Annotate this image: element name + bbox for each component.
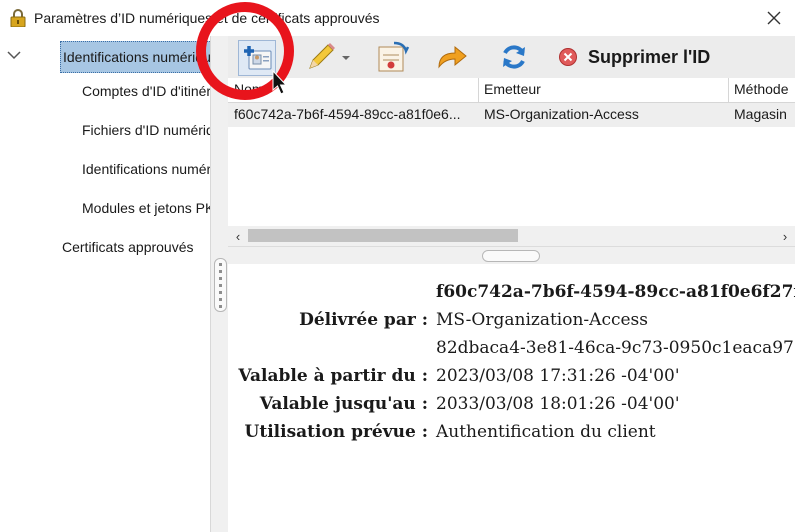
close-icon (767, 11, 781, 25)
chevron-down-icon[interactable] (6, 48, 22, 62)
window-title: Paramètres d’ID numériques et de certifi… (34, 10, 380, 26)
settings-tree: Identifications numériques Comptes d'ID … (0, 36, 214, 532)
horizontal-splitter[interactable] (228, 246, 795, 265)
add-id-button[interactable] (238, 40, 276, 76)
title-bar: Paramètres d’ID numériques et de certifi… (0, 0, 795, 36)
column-header-methode[interactable]: Méthode (734, 81, 795, 97)
table-header: Nom Emetteur Méthode (228, 78, 795, 103)
valid-from-label: Valable à partir du : (238, 366, 428, 386)
forward-button[interactable] (432, 40, 472, 74)
arrow-forward-icon (438, 45, 467, 69)
column-header-nom[interactable]: Nom (234, 81, 474, 97)
tree-item-id-files[interactable]: Fichiers d'ID numériques (82, 122, 210, 142)
certificate-export-icon (378, 41, 410, 72)
certificate-details: f60c742a-7b6f-4594-89cc-a81f0e6f27f7 Dél… (228, 264, 795, 532)
valid-until-value: 2033/03/08 18:01:26 -04'00' (436, 394, 680, 414)
usage-label: Utilisation prévue : (244, 422, 428, 442)
tree-item-digital-ids[interactable]: Identifications numériques (60, 41, 214, 73)
cell-emetteur: MS-Organization-Access (484, 106, 639, 122)
tree-item-roaming-accounts[interactable]: Comptes d'ID d'itinérance (82, 83, 210, 103)
scroll-thumb[interactable] (248, 229, 518, 242)
delete-id-button[interactable]: Supprimer l'ID (558, 40, 728, 74)
delete-icon (559, 48, 577, 66)
export-button[interactable] (372, 40, 412, 74)
detail-id: f60c742a-7b6f-4594-89cc-a81f0e6f27f7 (436, 282, 795, 302)
lock-icon (10, 9, 26, 27)
tree-item-trusted-certificates[interactable]: Certificats approuvés (62, 239, 210, 259)
table-row[interactable]: f60c742a-7b6f-4594-89cc-a81f0e6... MS-Or… (228, 103, 795, 127)
edit-button[interactable] (302, 40, 352, 74)
tree-item-windows-ids[interactable]: Identifications numériques Windows (82, 161, 210, 181)
cell-methode: Magasin (734, 106, 787, 122)
scroll-left-icon[interactable]: ‹ (230, 228, 246, 244)
refresh-button[interactable] (494, 40, 534, 74)
valid-from-value: 2023/03/08 17:31:26 -04'00' (436, 366, 680, 386)
cell-nom: f60c742a-7b6f-4594-89cc-a81f0e6... (234, 106, 461, 122)
delivered-by-value: MS-Organization-Access (436, 310, 649, 330)
toolbar: Supprimer l'ID (228, 36, 795, 78)
splitter-grip[interactable] (482, 250, 540, 262)
valid-until-label: Valable jusqu'au : (259, 394, 428, 414)
tree-item-pkcs-modules[interactable]: Modules et jetons PKCS#11 (82, 200, 210, 220)
usage-value: Authentification du client (436, 422, 656, 442)
pencil-edit-icon (309, 43, 350, 69)
scroll-right-icon[interactable]: › (777, 228, 793, 244)
horizontal-scrollbar[interactable]: ‹ › (228, 226, 795, 246)
mouse-cursor-icon (272, 70, 288, 95)
splitter-grip[interactable] (214, 258, 227, 312)
column-header-emetteur[interactable]: Emetteur (484, 81, 724, 97)
delivered-by-id: 82dbaca4-3e81-46ca-9c73-0950c1eaca97 (436, 338, 794, 358)
add-id-icon (244, 46, 272, 70)
delete-id-label: Supprimer l'ID (588, 46, 711, 67)
vertical-splitter[interactable] (210, 36, 229, 532)
close-button[interactable] (760, 4, 788, 32)
delivered-by-label: Délivrée par : (299, 310, 428, 330)
refresh-icon (503, 45, 525, 69)
id-table: Nom Emetteur Méthode f60c742a-7b6f-4594-… (228, 78, 795, 226)
